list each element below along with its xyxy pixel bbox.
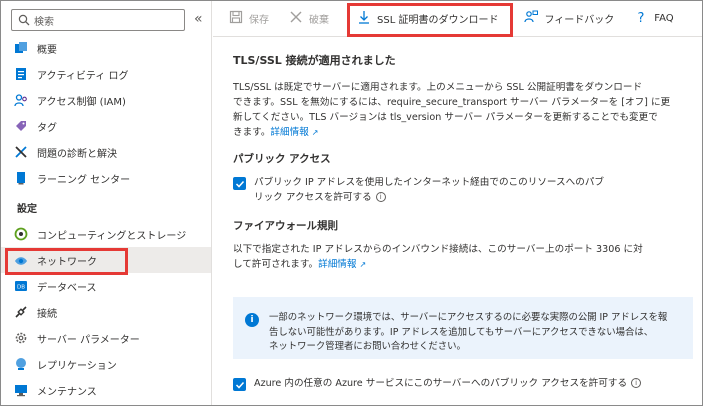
- sidebar-item-server-params[interactable]: サーバー パラメーター: [1, 325, 211, 351]
- sidebar-item-database[interactable]: DB データベース: [1, 273, 211, 299]
- connect-icon: [13, 304, 29, 320]
- ssl-learn-more-link[interactable]: 詳細情報: [270, 127, 308, 138]
- faq-button[interactable]: ? FAQ: [634, 10, 674, 27]
- public-access-title: パブリック アクセス: [233, 153, 331, 165]
- save-button[interactable]: 保存: [229, 10, 269, 27]
- search-input[interactable]: 検索: [11, 9, 185, 31]
- public-access-checkbox[interactable]: [233, 177, 246, 190]
- command-bar: 保存 破棄 SSL 証明書のダウンロード フィードバック ? FAQ: [213, 1, 702, 37]
- sidebar-item-compute-storage[interactable]: コンピューティングとストレージ: [1, 221, 211, 247]
- sidebar-item-connect[interactable]: 接続: [1, 299, 211, 325]
- firewall-rules-title: ファイアウォール規則: [233, 220, 338, 232]
- sidebar-item-overview[interactable]: 概要: [1, 35, 211, 61]
- svg-text:DB: DB: [17, 285, 25, 291]
- firewall-learn-more-link[interactable]: 詳細情報: [318, 259, 356, 270]
- discard-icon: [289, 10, 309, 27]
- public-access-option: パブリック IP アドレスを使用したインターネット経由でのこのリソースへのパブ …: [233, 175, 698, 205]
- azure-services-checkbox[interactable]: [233, 378, 246, 391]
- replication-icon: [13, 356, 29, 372]
- external-link-icon: ↗: [359, 260, 367, 269]
- sidebar-item-network[interactable]: ネットワーク: [1, 247, 211, 273]
- overview-icon: [13, 40, 29, 56]
- search-icon: [18, 11, 30, 30]
- feedback-icon: [524, 10, 544, 27]
- sidebar-item-tags[interactable]: タグ: [1, 113, 211, 139]
- info-icon[interactable]: i: [631, 378, 642, 388]
- activity-log-icon: [13, 66, 29, 82]
- svg-text:?: ?: [638, 11, 645, 24]
- diagnose-icon: [13, 144, 29, 160]
- firewall-description: 以下で指定された IP アドレスからのインバウンド接続は、このサーバー上のポート…: [233, 244, 643, 270]
- ssl-description: TLS/SSL は既定でサーバーに適用されます。上のメニューから SSL 公開証…: [233, 82, 671, 138]
- compute-storage-icon: [13, 226, 29, 242]
- sidebar-item-activity-log[interactable]: アクティビティ ログ: [1, 61, 211, 87]
- iam-icon: [13, 92, 29, 108]
- info-icon: i: [245, 313, 259, 327]
- server-params-icon: [13, 330, 29, 346]
- sidebar-item-diagnose[interactable]: 問題の診断と解決: [1, 139, 211, 165]
- discard-button[interactable]: 破棄: [289, 10, 329, 27]
- download-icon: [357, 10, 377, 27]
- question-icon: ?: [634, 10, 654, 27]
- sidebar-item-replication[interactable]: レプリケーション: [1, 351, 211, 377]
- azure-services-option: Azure 内の任意の Azure サービスにこのサーバーへのパブリック アクセ…: [233, 376, 698, 391]
- nav-list: 概要 アクティビティ ログ アクセス制御 (IAM) タグ 問題の診断と解決 ラ…: [1, 35, 211, 403]
- search-placeholder: 検索: [34, 16, 54, 28]
- database-icon: DB: [13, 278, 29, 294]
- tag-icon: [13, 118, 29, 134]
- info-banner: i 一部のネットワーク環境では、サーバーにアクセスするのに必要な実際の公開 IP…: [233, 297, 693, 359]
- section-heading-settings: 設定: [17, 204, 37, 215]
- info-icon[interactable]: i: [375, 192, 386, 202]
- external-link-icon: ↗: [311, 128, 319, 137]
- learning-center-icon: [13, 170, 29, 186]
- ssl-enforced-title: TLS/SSL 接続が適用されました: [233, 54, 396, 67]
- sidebar-item-iam[interactable]: アクセス制御 (IAM): [1, 87, 211, 113]
- window: 検索 « 概要 アクティビティ ログ アクセス制御 (IAM) タグ 問題の診断…: [0, 0, 703, 406]
- save-icon: [229, 10, 249, 27]
- feedback-button[interactable]: フィードバック: [524, 10, 614, 27]
- collapse-sidebar-button[interactable]: «: [194, 11, 203, 27]
- download-ssl-certificate-button[interactable]: SSL 証明書のダウンロード: [357, 10, 498, 27]
- sidebar-item-learning-center[interactable]: ラーニング センター: [1, 165, 211, 191]
- sidebar: 検索 « 概要 アクティビティ ログ アクセス制御 (IAM) タグ 問題の診断…: [1, 1, 212, 405]
- maintenance-icon: [13, 382, 29, 398]
- sidebar-item-maintenance[interactable]: メンテナンス: [1, 377, 211, 403]
- network-icon: [13, 252, 29, 268]
